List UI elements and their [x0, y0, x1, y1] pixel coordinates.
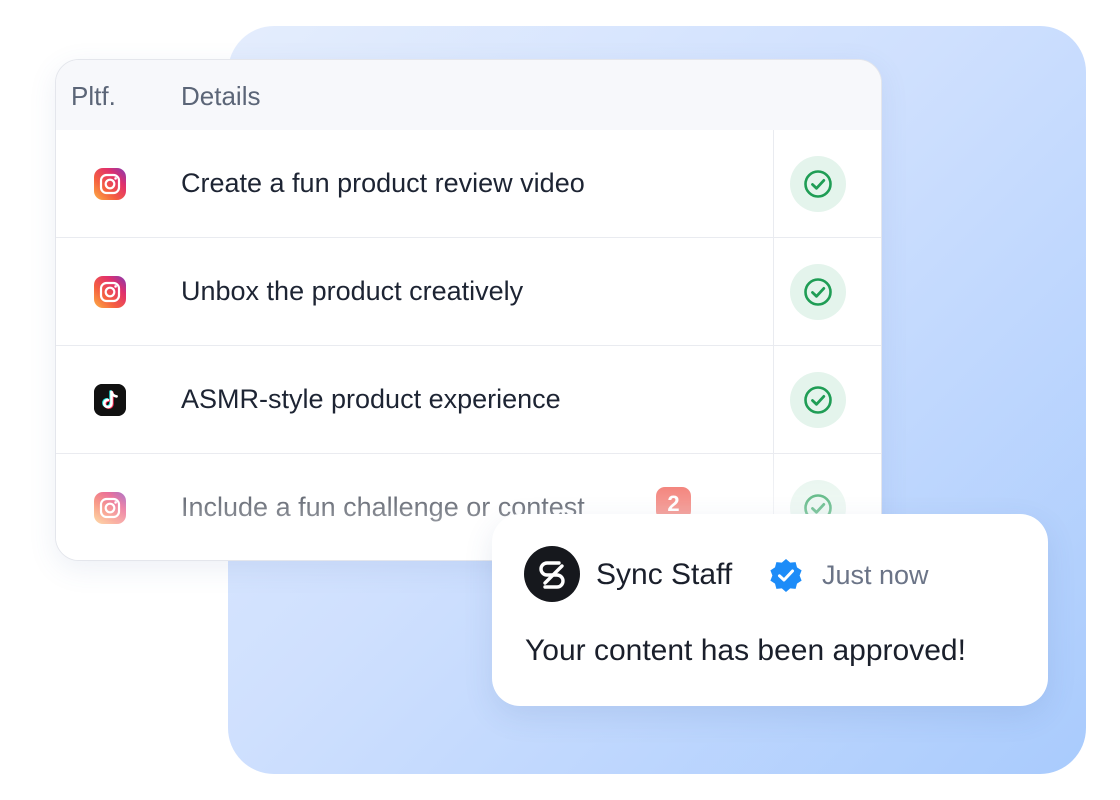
- column-divider: [773, 130, 774, 237]
- platform-column-header: Pltf.: [71, 81, 116, 111]
- task-details: Unbox the product creatively: [181, 276, 524, 306]
- sender-name: Sync Staff: [596, 558, 733, 591]
- details-column-header: Details: [181, 81, 261, 111]
- verified-badge-icon: [767, 557, 805, 600]
- table-header: Pltf. Details: [56, 60, 881, 131]
- column-divider: [773, 346, 774, 453]
- task-details: ASMR-style product experience: [181, 384, 561, 414]
- notification-card[interactable]: Sync Staff Just now Your content has bee…: [492, 514, 1048, 706]
- table-row[interactable]: Create a fun product review video: [56, 130, 881, 238]
- instagram-icon: [94, 168, 126, 200]
- tiktok-icon: [94, 384, 126, 416]
- table-row[interactable]: Unbox the product creatively: [56, 238, 881, 346]
- instagram-icon: [94, 492, 126, 524]
- tasks-table: Pltf. Details Create a fun product revie…: [55, 59, 882, 561]
- timestamp: Just now: [822, 560, 929, 590]
- check-circle-icon[interactable]: [790, 372, 846, 428]
- sync-logo-icon: [524, 546, 580, 602]
- column-divider: [773, 238, 774, 345]
- table-row[interactable]: ASMR-style product experience: [56, 346, 881, 454]
- task-details: Create a fun product review video: [181, 168, 585, 198]
- check-circle-icon[interactable]: [790, 156, 846, 212]
- check-circle-icon[interactable]: [790, 264, 846, 320]
- notification-message: Your content has been approved!: [525, 634, 966, 667]
- instagram-icon: [94, 276, 126, 308]
